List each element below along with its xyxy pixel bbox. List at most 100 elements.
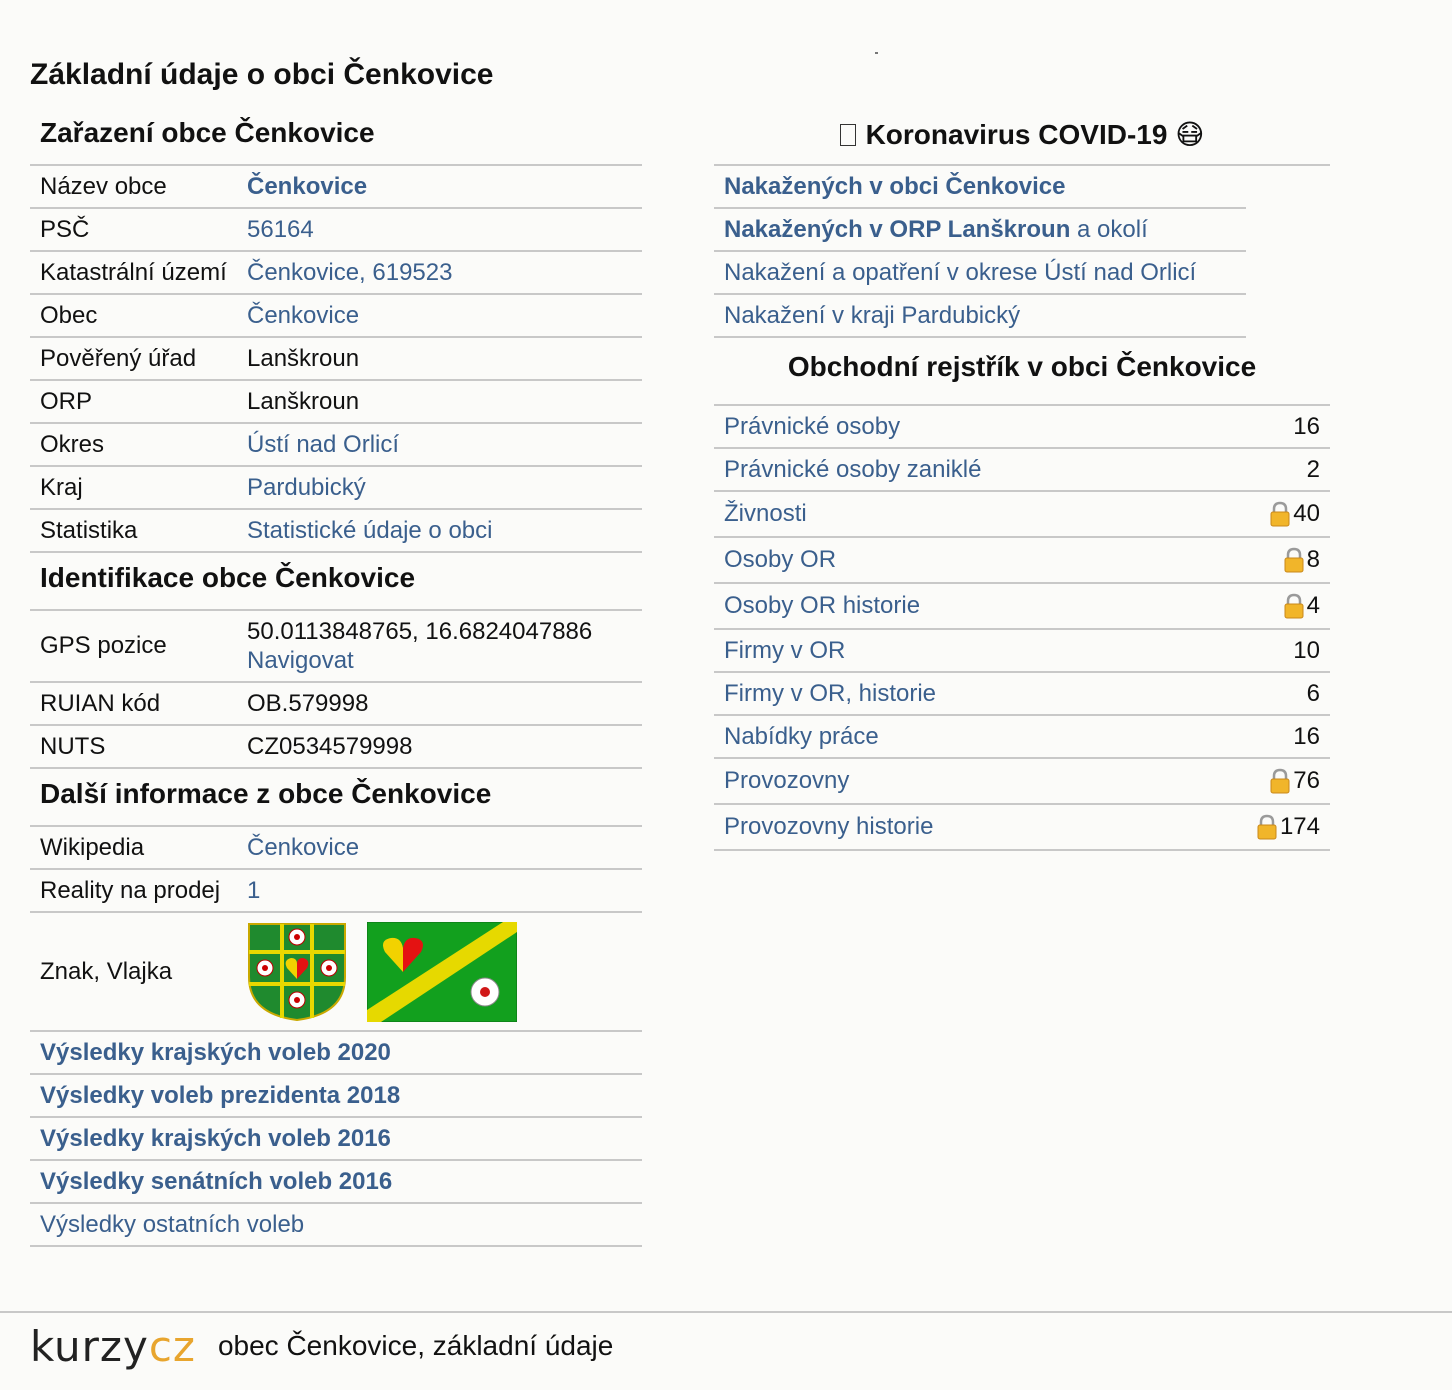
- rejstrik-count: 40: [1269, 500, 1320, 528]
- row-label: Kraj: [40, 473, 83, 501]
- volby-row: Výsledky voleb prezidenta 2018: [30, 1075, 642, 1118]
- volby-krajske-2016-link[interactable]: Výsledky krajských voleb 2016: [40, 1125, 391, 1153]
- lock-icon: [1284, 593, 1304, 619]
- missing-glyph-icon: [839, 124, 856, 146]
- covid-kraj-link[interactable]: Nakažení v kraji Pardubický: [724, 302, 1020, 330]
- lock-icon: [1257, 814, 1277, 840]
- row-label: Katastrální území: [40, 258, 227, 286]
- rejstrik-row: Firmy v OR, historie 6: [714, 673, 1330, 716]
- rejstrik-row: Provozovny 76: [714, 759, 1330, 805]
- psc-link[interactable]: 56164: [247, 216, 314, 243]
- table-row: Kraj Pardubický: [30, 467, 642, 510]
- volby-krajske-2020-link[interactable]: Výsledky krajských voleb 2020: [40, 1039, 391, 1067]
- lock-icon: [1284, 547, 1304, 573]
- obec-name-link[interactable]: Čenkovice: [247, 173, 367, 200]
- rejstrik-link[interactable]: Firmy v OR: [724, 637, 845, 665]
- kurzy-logo[interactable]: kurzycz: [30, 1322, 196, 1371]
- reality-link[interactable]: 1: [247, 877, 260, 904]
- table-row: Název obce Čenkovice: [30, 166, 642, 209]
- rejstrik-link[interactable]: Provozovny historie: [724, 813, 933, 841]
- covid-orp-link[interactable]: Nakažených v ORP Lanškroun a okolí: [724, 216, 1148, 244]
- rejstrik-link[interactable]: Živnosti: [724, 500, 807, 528]
- table-row: RUIAN kód OB.579998: [30, 683, 642, 726]
- statistika-link[interactable]: Statistické údaje o obci: [247, 517, 492, 544]
- rejstrik-value: 76: [1293, 767, 1320, 794]
- rejstrik-count: 6: [1307, 680, 1320, 708]
- okres-link[interactable]: Ústí nad Orlicí: [247, 431, 399, 458]
- section-heading-identifikace: Identifikace obce Čenkovice: [30, 553, 642, 611]
- ruian-value: OB.579998: [247, 689, 369, 717]
- row-value: Lanškroun: [247, 387, 360, 415]
- rejstrik-link[interactable]: Právnické osoby: [724, 413, 900, 441]
- rejstrik-count: 4: [1283, 592, 1320, 620]
- covid-orp-rest: a okolí: [1070, 215, 1148, 243]
- table-row-gps: GPS pozice 50.0113848765, 16.6824047886 …: [30, 611, 642, 683]
- row-label: Okres: [40, 430, 105, 458]
- rejstrik-count: 174: [1256, 813, 1320, 841]
- covid-orp-bold: Nakažených v ORP Lanškroun: [724, 215, 1071, 243]
- table-row: Reality na prodej 1: [30, 870, 642, 913]
- section-heading-dalsi: Další informace z obce Čenkovice: [30, 769, 642, 827]
- flag[interactable]: [367, 921, 517, 1022]
- obec-link[interactable]: Čenkovice: [247, 302, 359, 329]
- rejstrik-link[interactable]: Provozovny: [724, 767, 849, 795]
- katastr-link[interactable]: Čenkovice, 619523: [247, 259, 452, 286]
- navigovat-link[interactable]: Navigovat: [247, 647, 354, 674]
- covid-okres-link[interactable]: Nakažení a opatření v okrese Ústí nad Or…: [724, 259, 1196, 287]
- table-row: Obec Čenkovice: [30, 295, 642, 338]
- row-label: Název obce: [40, 172, 167, 200]
- section-heading-zarazeni: Zařazení obce Čenkovice: [30, 108, 642, 166]
- table-row: PSČ 56164: [30, 209, 642, 252]
- footer: kurzycz obec Čenkovice, základní údaje: [30, 1316, 613, 1376]
- covid-heading-text: Koronavirus COVID-19: [865, 119, 1168, 150]
- rejstrik-value: 16: [1293, 412, 1320, 440]
- table-row: NUTS CZ0534579998: [30, 726, 642, 769]
- row-label: Wikipedia: [40, 833, 145, 861]
- left-column: Zařazení obce Čenkovice Název obce Čenko…: [30, 108, 642, 1247]
- rejstrik-link[interactable]: Nabídky práce: [724, 723, 879, 751]
- table-row: Pověřený úřad Lanškroun: [30, 338, 642, 381]
- rejstrik-value: 16: [1293, 722, 1320, 750]
- volby-row: Výsledky senátních voleb 2016: [30, 1161, 642, 1204]
- rejstrik-value: 8: [1306, 546, 1320, 573]
- row-label: Obec: [40, 301, 98, 329]
- rejstrik-row: Osoby OR historie 4: [714, 584, 1330, 630]
- volby-prezident-2018-link[interactable]: Výsledky voleb prezidenta 2018: [40, 1082, 400, 1110]
- nuts-value: CZ0534579998: [247, 732, 413, 760]
- rejstrik-value: 40: [1293, 500, 1320, 527]
- table-row-symbols: Znak, Vlajka: [30, 913, 642, 1032]
- right-column: Koronavirus COVID-19 😷 Nakažených v obci…: [714, 108, 1330, 851]
- rejstrik-link[interactable]: Osoby OR historie: [724, 592, 920, 620]
- volby-senatni-2016-link[interactable]: Výsledky senátních voleb 2016: [40, 1168, 392, 1196]
- row-value: Lanškroun: [247, 344, 360, 372]
- covid-obec-link[interactable]: Nakažených v obci Čenkovice: [724, 173, 1065, 201]
- rejstrik-count: 16: [1293, 413, 1320, 441]
- rejstrik-value: 2: [1306, 455, 1320, 483]
- row-label: Reality na prodej: [40, 876, 221, 904]
- wikipedia-link[interactable]: Čenkovice: [247, 834, 359, 861]
- covid-row: Nakažení a opatření v okrese Ústí nad Or…: [714, 252, 1246, 295]
- rejstrik-count: 16: [1293, 723, 1320, 751]
- row-label: GPS pozice: [40, 632, 167, 659]
- row-label: Znak, Vlajka: [40, 957, 173, 985]
- rejstrik-link[interactable]: Firmy v OR, historie: [724, 680, 936, 708]
- rejstrik-count: 2: [1307, 456, 1320, 484]
- section-heading-covid: Koronavirus COVID-19 😷: [714, 108, 1330, 166]
- rejstrik-link[interactable]: Právnické osoby zaniklé: [724, 456, 981, 484]
- kraj-link[interactable]: Pardubický: [247, 474, 366, 501]
- rejstrik-value: 4: [1306, 592, 1320, 619]
- volby-ostatni-link[interactable]: Výsledky ostatních voleb: [40, 1211, 304, 1239]
- rejstrik-value: 174: [1279, 813, 1320, 840]
- coat-of-arms[interactable]: [247, 922, 347, 1022]
- row-label: Statistika: [40, 516, 138, 544]
- table-row: Okres Ústí nad Orlicí: [30, 424, 642, 467]
- page-title: Základní údaje o obci Čenkovice: [30, 58, 494, 91]
- rejstrik-count: 8: [1283, 546, 1320, 574]
- rejstrik-link[interactable]: Osoby OR: [724, 546, 836, 574]
- footer-text: obec Čenkovice, základní údaje: [217, 1330, 614, 1361]
- mask-emoji-icon: 😷: [1175, 119, 1205, 150]
- volby-row: Výsledky krajských voleb 2020: [30, 1032, 642, 1075]
- row-label: RUIAN kód: [40, 689, 161, 717]
- table-row: Katastrální území Čenkovice, 619523: [30, 252, 642, 295]
- rejstrik-row: Osoby OR 8: [714, 538, 1330, 584]
